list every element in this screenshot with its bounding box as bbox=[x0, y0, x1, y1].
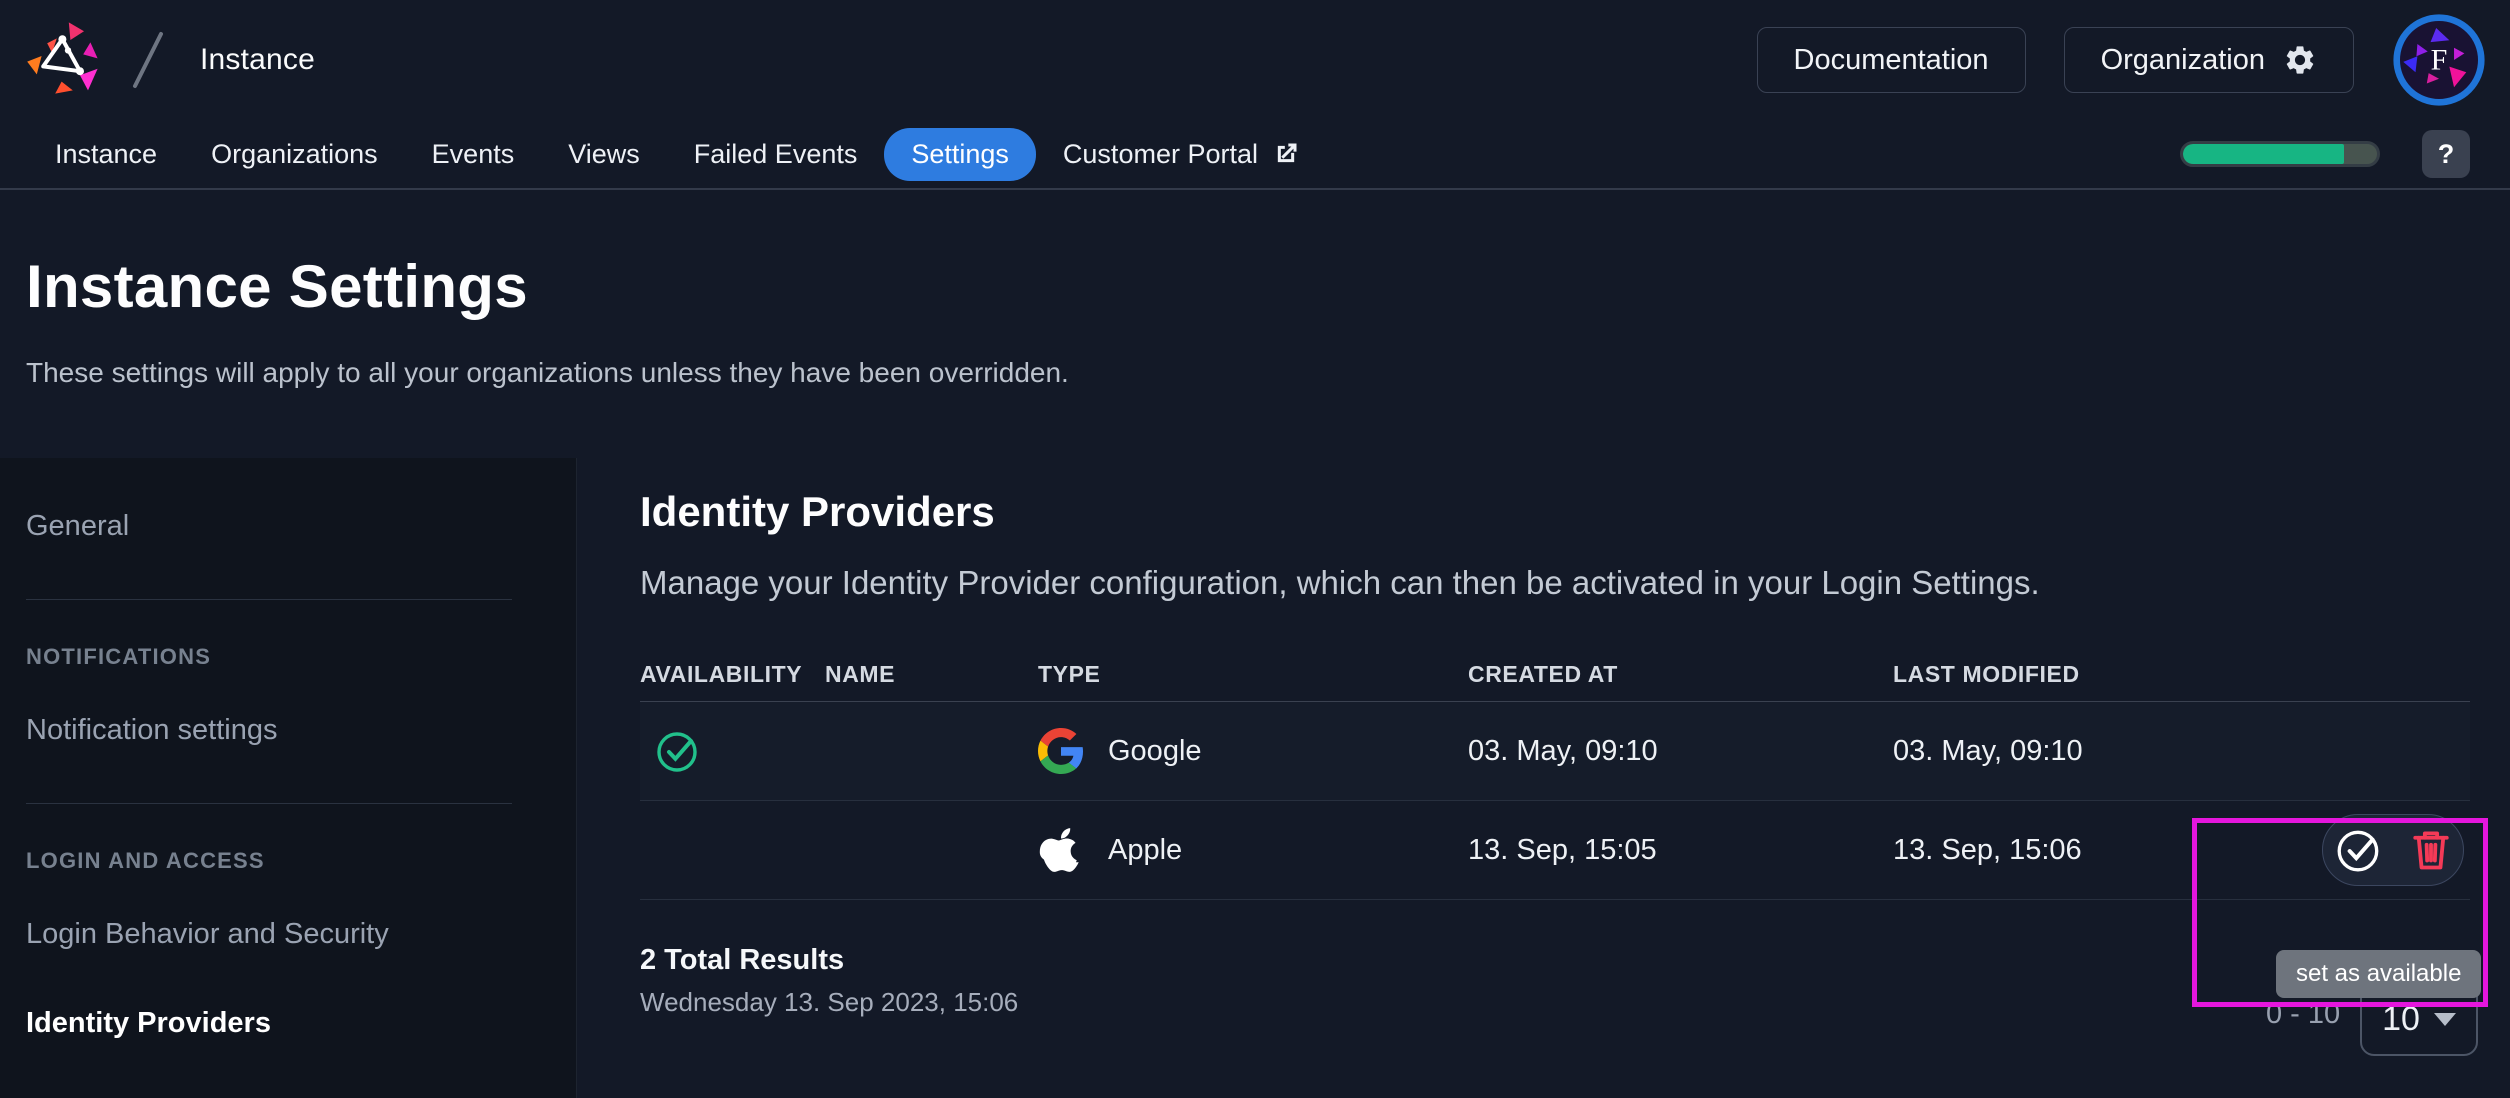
check-circle-icon bbox=[2337, 830, 2379, 872]
apple-logo-icon bbox=[1039, 828, 1079, 872]
total-results: 2 Total Results bbox=[640, 944, 845, 976]
column-header-modified: LAST MODIFIED bbox=[1893, 661, 2080, 687]
tab-customer-portal[interactable]: Customer Portal bbox=[1036, 128, 1327, 181]
progress-bar bbox=[2180, 141, 2380, 167]
set-available-button[interactable] bbox=[2334, 825, 2384, 875]
identity-providers-section: Identity Providers Manage your Identity … bbox=[640, 458, 2470, 900]
cell-created: 03. May, 09:10 bbox=[1468, 734, 1658, 767]
identity-providers-table: AVAILABILITY NAME TYPE CREATED AT LAST M… bbox=[640, 648, 2470, 900]
sidebar-divider bbox=[26, 599, 512, 600]
external-link-icon bbox=[1277, 143, 1297, 163]
sidebar-divider bbox=[26, 803, 512, 804]
availability-check-icon bbox=[657, 732, 697, 772]
help-button[interactable]: ? bbox=[2422, 130, 2470, 178]
column-header-type: TYPE bbox=[1038, 661, 1101, 687]
breadcrumb-instance[interactable]: Instance bbox=[200, 43, 315, 77]
section-heading: Identity Providers bbox=[640, 488, 995, 535]
organization-label: Organization bbox=[2100, 43, 2265, 76]
column-header-created: CREATED AT bbox=[1468, 661, 1618, 687]
pagination-range: 0 - 10 bbox=[2266, 998, 2341, 1030]
cell-type-label: Google bbox=[1108, 734, 1202, 767]
cell-created: 13. Sep, 15:05 bbox=[1468, 833, 1657, 866]
page-title: Instance Settings bbox=[26, 253, 528, 320]
sidebar-section-notifications: NOTIFICATIONS bbox=[26, 644, 212, 669]
organization-button[interactable]: Organization bbox=[2063, 27, 2354, 93]
tab-instance[interactable]: Instance bbox=[28, 128, 184, 181]
cell-modified: 13. Sep, 15:06 bbox=[1893, 833, 2082, 866]
cell-type-label: Apple bbox=[1108, 833, 1183, 866]
section-description: Manage your Identity Provider configurat… bbox=[640, 564, 2040, 601]
row-actions bbox=[2322, 814, 2464, 886]
results-timestamp: Wednesday 13. Sep 2023, 15:06 bbox=[640, 987, 1019, 1017]
page-header: Instance Settings These settings will ap… bbox=[26, 190, 2026, 389]
page-size-value: 10 bbox=[2382, 999, 2420, 1038]
table-row-google[interactable]: Google 03. May, 09:10 03. May, 09:10 bbox=[640, 702, 2470, 801]
documentation-label: Documentation bbox=[1793, 43, 1989, 76]
progress-bar-fill bbox=[2183, 144, 2345, 164]
sidebar-section-login-and-access: LOGIN AND ACCESS bbox=[26, 848, 265, 873]
sidebar-item-login-behavior[interactable]: Login Behavior and Security bbox=[26, 918, 536, 951]
page-subtitle: These settings will apply to all your or… bbox=[26, 357, 1069, 388]
breadcrumb-slash bbox=[133, 32, 163, 88]
instance-nav: Instance Organizations Events Views Fail… bbox=[0, 120, 2510, 190]
tab-settings[interactable]: Settings bbox=[884, 127, 1036, 181]
google-logo-icon bbox=[1038, 728, 1084, 774]
sidebar-item-identity-providers[interactable]: Identity Providers bbox=[26, 1007, 536, 1040]
trash-icon bbox=[2413, 831, 2449, 870]
tab-views[interactable]: Views bbox=[541, 128, 667, 181]
table-row-apple[interactable]: Apple 13. Sep, 15:05 13. Sep, 15:06 bbox=[640, 801, 2470, 900]
gear-icon bbox=[2286, 46, 2314, 74]
tab-events[interactable]: Events bbox=[405, 128, 542, 181]
avatar[interactable]: F bbox=[2392, 13, 2486, 107]
cell-modified: 03. May, 09:10 bbox=[1893, 734, 2083, 767]
table-header-row: AVAILABILITY NAME TYPE CREATED AT LAST M… bbox=[640, 648, 2470, 702]
tab-organizations[interactable]: Organizations bbox=[184, 128, 405, 181]
results-summary: 2 Total Results Wednesday 13. Sep 2023, … bbox=[640, 944, 1018, 1018]
documentation-button[interactable]: Documentation bbox=[1756, 27, 2026, 93]
sidebar-item-notification-settings[interactable]: Notification settings bbox=[26, 714, 536, 747]
avatar-letter: F bbox=[2431, 42, 2448, 76]
column-header-availability: AVAILABILITY bbox=[640, 661, 803, 687]
top-bar: Instance Documentation Organization F bbox=[0, 0, 2510, 120]
column-header-name: NAME bbox=[825, 661, 896, 687]
zitadel-logo-icon[interactable] bbox=[24, 18, 104, 102]
tooltip-set-as-available: set as available bbox=[2276, 950, 2482, 998]
delete-button[interactable] bbox=[2410, 827, 2452, 873]
chevron-down-icon bbox=[2433, 1012, 2456, 1026]
tab-failed-events[interactable]: Failed Events bbox=[667, 128, 885, 181]
sidebar-item-general[interactable]: General bbox=[26, 510, 536, 543]
settings-sidebar: General NOTIFICATIONS Notification setti… bbox=[0, 458, 577, 1098]
